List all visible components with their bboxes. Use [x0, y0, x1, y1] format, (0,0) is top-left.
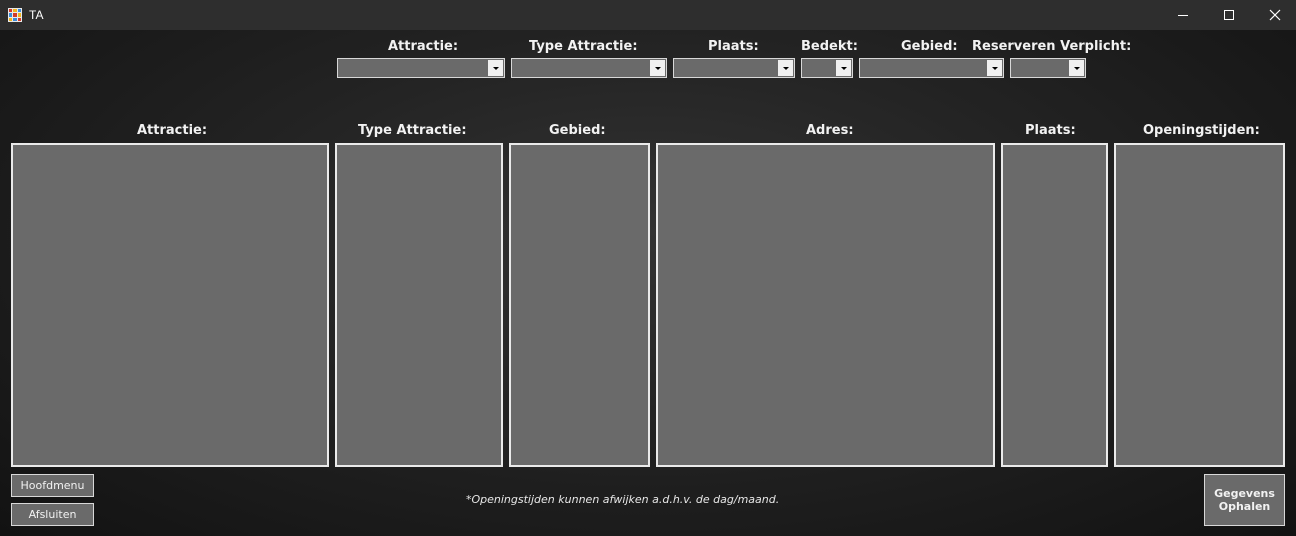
- openingstijden-note: *Openingstijden kunnen afwijken a.d.h.v.…: [466, 493, 780, 506]
- close-button[interactable]: [1252, 0, 1296, 30]
- maximize-icon: [1224, 10, 1234, 20]
- chevron-down-icon[interactable]: [778, 60, 793, 76]
- gebied-listbox[interactable]: [509, 143, 650, 467]
- plaats-dropdown[interactable]: [673, 58, 795, 78]
- chevron-down-icon[interactable]: [488, 60, 503, 76]
- chevron-down-icon[interactable]: [836, 60, 851, 76]
- adres-listbox[interactable]: [656, 143, 995, 467]
- window-title: TA: [29, 8, 44, 22]
- filter-type-label: Type Attractie:: [529, 39, 638, 54]
- filter-bedekt-label: Bedekt:: [801, 39, 858, 54]
- chevron-down-icon[interactable]: [650, 60, 665, 76]
- filter-reserveren-label: Reserveren Verplicht:: [972, 39, 1132, 54]
- chevron-down-icon[interactable]: [1069, 60, 1084, 76]
- filter-attractie-label: Attractie:: [388, 39, 459, 54]
- column-header-adres: Adres:: [806, 123, 854, 138]
- gebied-dropdown[interactable]: [859, 58, 1004, 78]
- client-area: Attractie: Type Attractie: Plaats: Bedek…: [0, 30, 1296, 536]
- column-header-openingstijden: Openingstijden:: [1143, 123, 1260, 138]
- filter-plaats-label: Plaats:: [708, 39, 759, 54]
- plaats-listbox[interactable]: [1001, 143, 1108, 467]
- attractie-dropdown[interactable]: [337, 58, 505, 78]
- minimize-icon: [1178, 15, 1188, 16]
- column-header-gebied: Gebied:: [549, 123, 606, 138]
- column-header-plaats: Plaats:: [1025, 123, 1076, 138]
- bedekt-dropdown[interactable]: [801, 58, 853, 78]
- hoofdmenu-button[interactable]: Hoofdmenu: [11, 474, 94, 497]
- gegevens-ophalen-button[interactable]: Gegevens Ophalen: [1204, 474, 1285, 526]
- app-icon: [8, 8, 22, 22]
- type-attractie-listbox[interactable]: [335, 143, 503, 467]
- column-header-attractie: Attractie:: [137, 123, 208, 138]
- close-icon: [1269, 9, 1281, 21]
- chevron-down-icon[interactable]: [987, 60, 1002, 76]
- title-bar: TA: [0, 0, 1296, 30]
- attractie-listbox[interactable]: [11, 143, 329, 467]
- maximize-button[interactable]: [1206, 0, 1252, 30]
- filter-gebied-label: Gebied:: [901, 39, 958, 54]
- openingstijden-listbox[interactable]: [1114, 143, 1285, 467]
- minimize-button[interactable]: [1160, 0, 1206, 30]
- reserveren-dropdown[interactable]: [1010, 58, 1086, 78]
- afsluiten-button[interactable]: Afsluiten: [11, 503, 94, 526]
- column-header-type: Type Attractie:: [358, 123, 467, 138]
- type-attractie-dropdown[interactable]: [511, 58, 667, 78]
